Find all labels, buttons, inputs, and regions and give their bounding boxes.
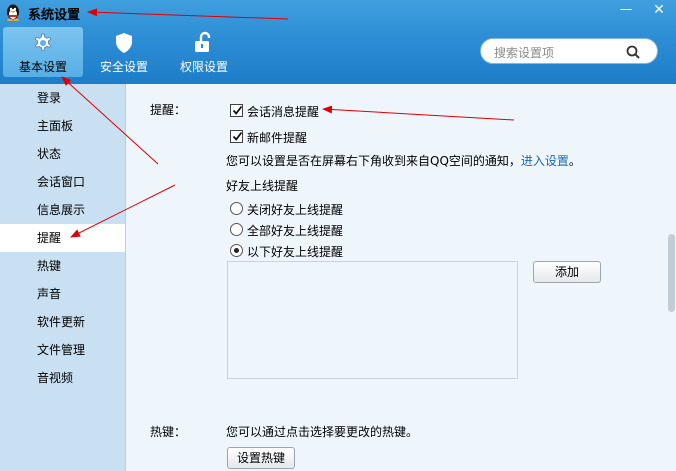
add-friend-button[interactable]: 添加 (533, 261, 601, 283)
sidebar-item-audio-video[interactable]: 音视频 (0, 364, 125, 392)
shield-icon (116, 33, 132, 53)
set-hotkey-button[interactable]: 设置热键 (227, 447, 295, 469)
sidebar-item-status[interactable]: 状态 (0, 140, 125, 168)
sidebar-item-reminder[interactable]: 提醒 (0, 224, 125, 252)
tab-basic-settings[interactable]: 基本设置 (3, 27, 83, 77)
settings-content: 提醒： 会话消息提醒 新邮件提醒 您可以设置是否在屏幕右下角收到来自QQ空间的通… (126, 84, 676, 471)
radio-friend-online-off[interactable] (230, 202, 243, 215)
session-msg-label[interactable]: 会话消息提醒 (247, 103, 319, 120)
sidebar-item-info-display[interactable]: 信息展示 (0, 196, 125, 224)
title-row: 系统设置 — ✕ (0, 0, 676, 24)
title-bar-header: 系统设置 — ✕ 基本设置 安全设置 权限设置 搜索设置项 (0, 0, 676, 84)
checkmark-icon (232, 131, 243, 141)
tab-permission-settings[interactable]: 权限设置 (164, 27, 244, 77)
unlock-icon (195, 31, 211, 52)
qq-penguin-icon (7, 4, 19, 21)
sidebar-item-software-update[interactable]: 软件更新 (0, 308, 125, 336)
scrollbar-thumb[interactable] (668, 234, 675, 312)
search-icon[interactable] (625, 44, 641, 60)
sidebar-item-file-management[interactable]: 文件管理 (0, 336, 125, 364)
radio-friend-online-all[interactable] (230, 223, 243, 236)
search-box[interactable]: 搜索设置项 (480, 38, 658, 64)
sidebar-item-login[interactable]: 登录 (0, 84, 125, 112)
tab-basic-label: 基本设置 (18, 60, 67, 74)
reminder-section-label: 提醒： (150, 103, 187, 117)
tab-permission-label: 权限设置 (179, 60, 228, 74)
tab-security-label: 安全设置 (99, 60, 148, 74)
radio-friend-online-off-label[interactable]: 关闭好友上线提醒 (247, 201, 343, 218)
checkmark-icon (232, 105, 243, 115)
qzone-notice-text: 您可以设置是否在屏幕右下角收到来自QQ空间的通知， (226, 154, 521, 168)
radio-friend-online-all-label[interactable]: 全部好友上线提醒 (247, 222, 343, 239)
hotkey-section-label: 热键： (150, 425, 187, 439)
search-placeholder: 搜索设置项 (494, 46, 555, 60)
radio-friend-online-selected-label[interactable]: 以下好友上线提醒 (247, 243, 343, 260)
qzone-notice: 您可以设置是否在屏幕右下角收到来自QQ空间的通知，进入设置。 (226, 152, 581, 169)
session-msg-checkbox[interactable] (230, 104, 243, 117)
hotkey-description: 您可以通过点击选择要更改的热键。 (226, 425, 419, 439)
friend-list-box[interactable] (227, 261, 518, 379)
settings-sidebar: 登录 主面板 状态 会话窗口 信息展示 提醒 热键 声音 软件更新 文件管理 音… (0, 84, 126, 471)
tab-security-settings[interactable]: 安全设置 (84, 27, 164, 77)
new-mail-checkbox[interactable] (230, 130, 243, 143)
gear-icon (34, 33, 52, 51)
window-title: 系统设置 (28, 8, 81, 23)
close-button[interactable]: ✕ (650, 3, 668, 19)
sidebar-item-hotkey[interactable]: 热键 (0, 252, 125, 280)
friend-online-title: 好友上线提醒 (226, 179, 299, 193)
qzone-settings-link[interactable]: 进入设置 (521, 154, 569, 168)
qzone-notice-period: 。 (568, 154, 581, 168)
minimize-button[interactable]: — (617, 3, 635, 19)
sidebar-item-chat-window[interactable]: 会话窗口 (0, 168, 125, 196)
sidebar-item-sound[interactable]: 声音 (0, 280, 125, 308)
new-mail-label[interactable]: 新邮件提醒 (247, 129, 307, 146)
sidebar-item-main-panel[interactable]: 主面板 (0, 112, 125, 140)
radio-friend-online-selected[interactable] (230, 244, 243, 257)
